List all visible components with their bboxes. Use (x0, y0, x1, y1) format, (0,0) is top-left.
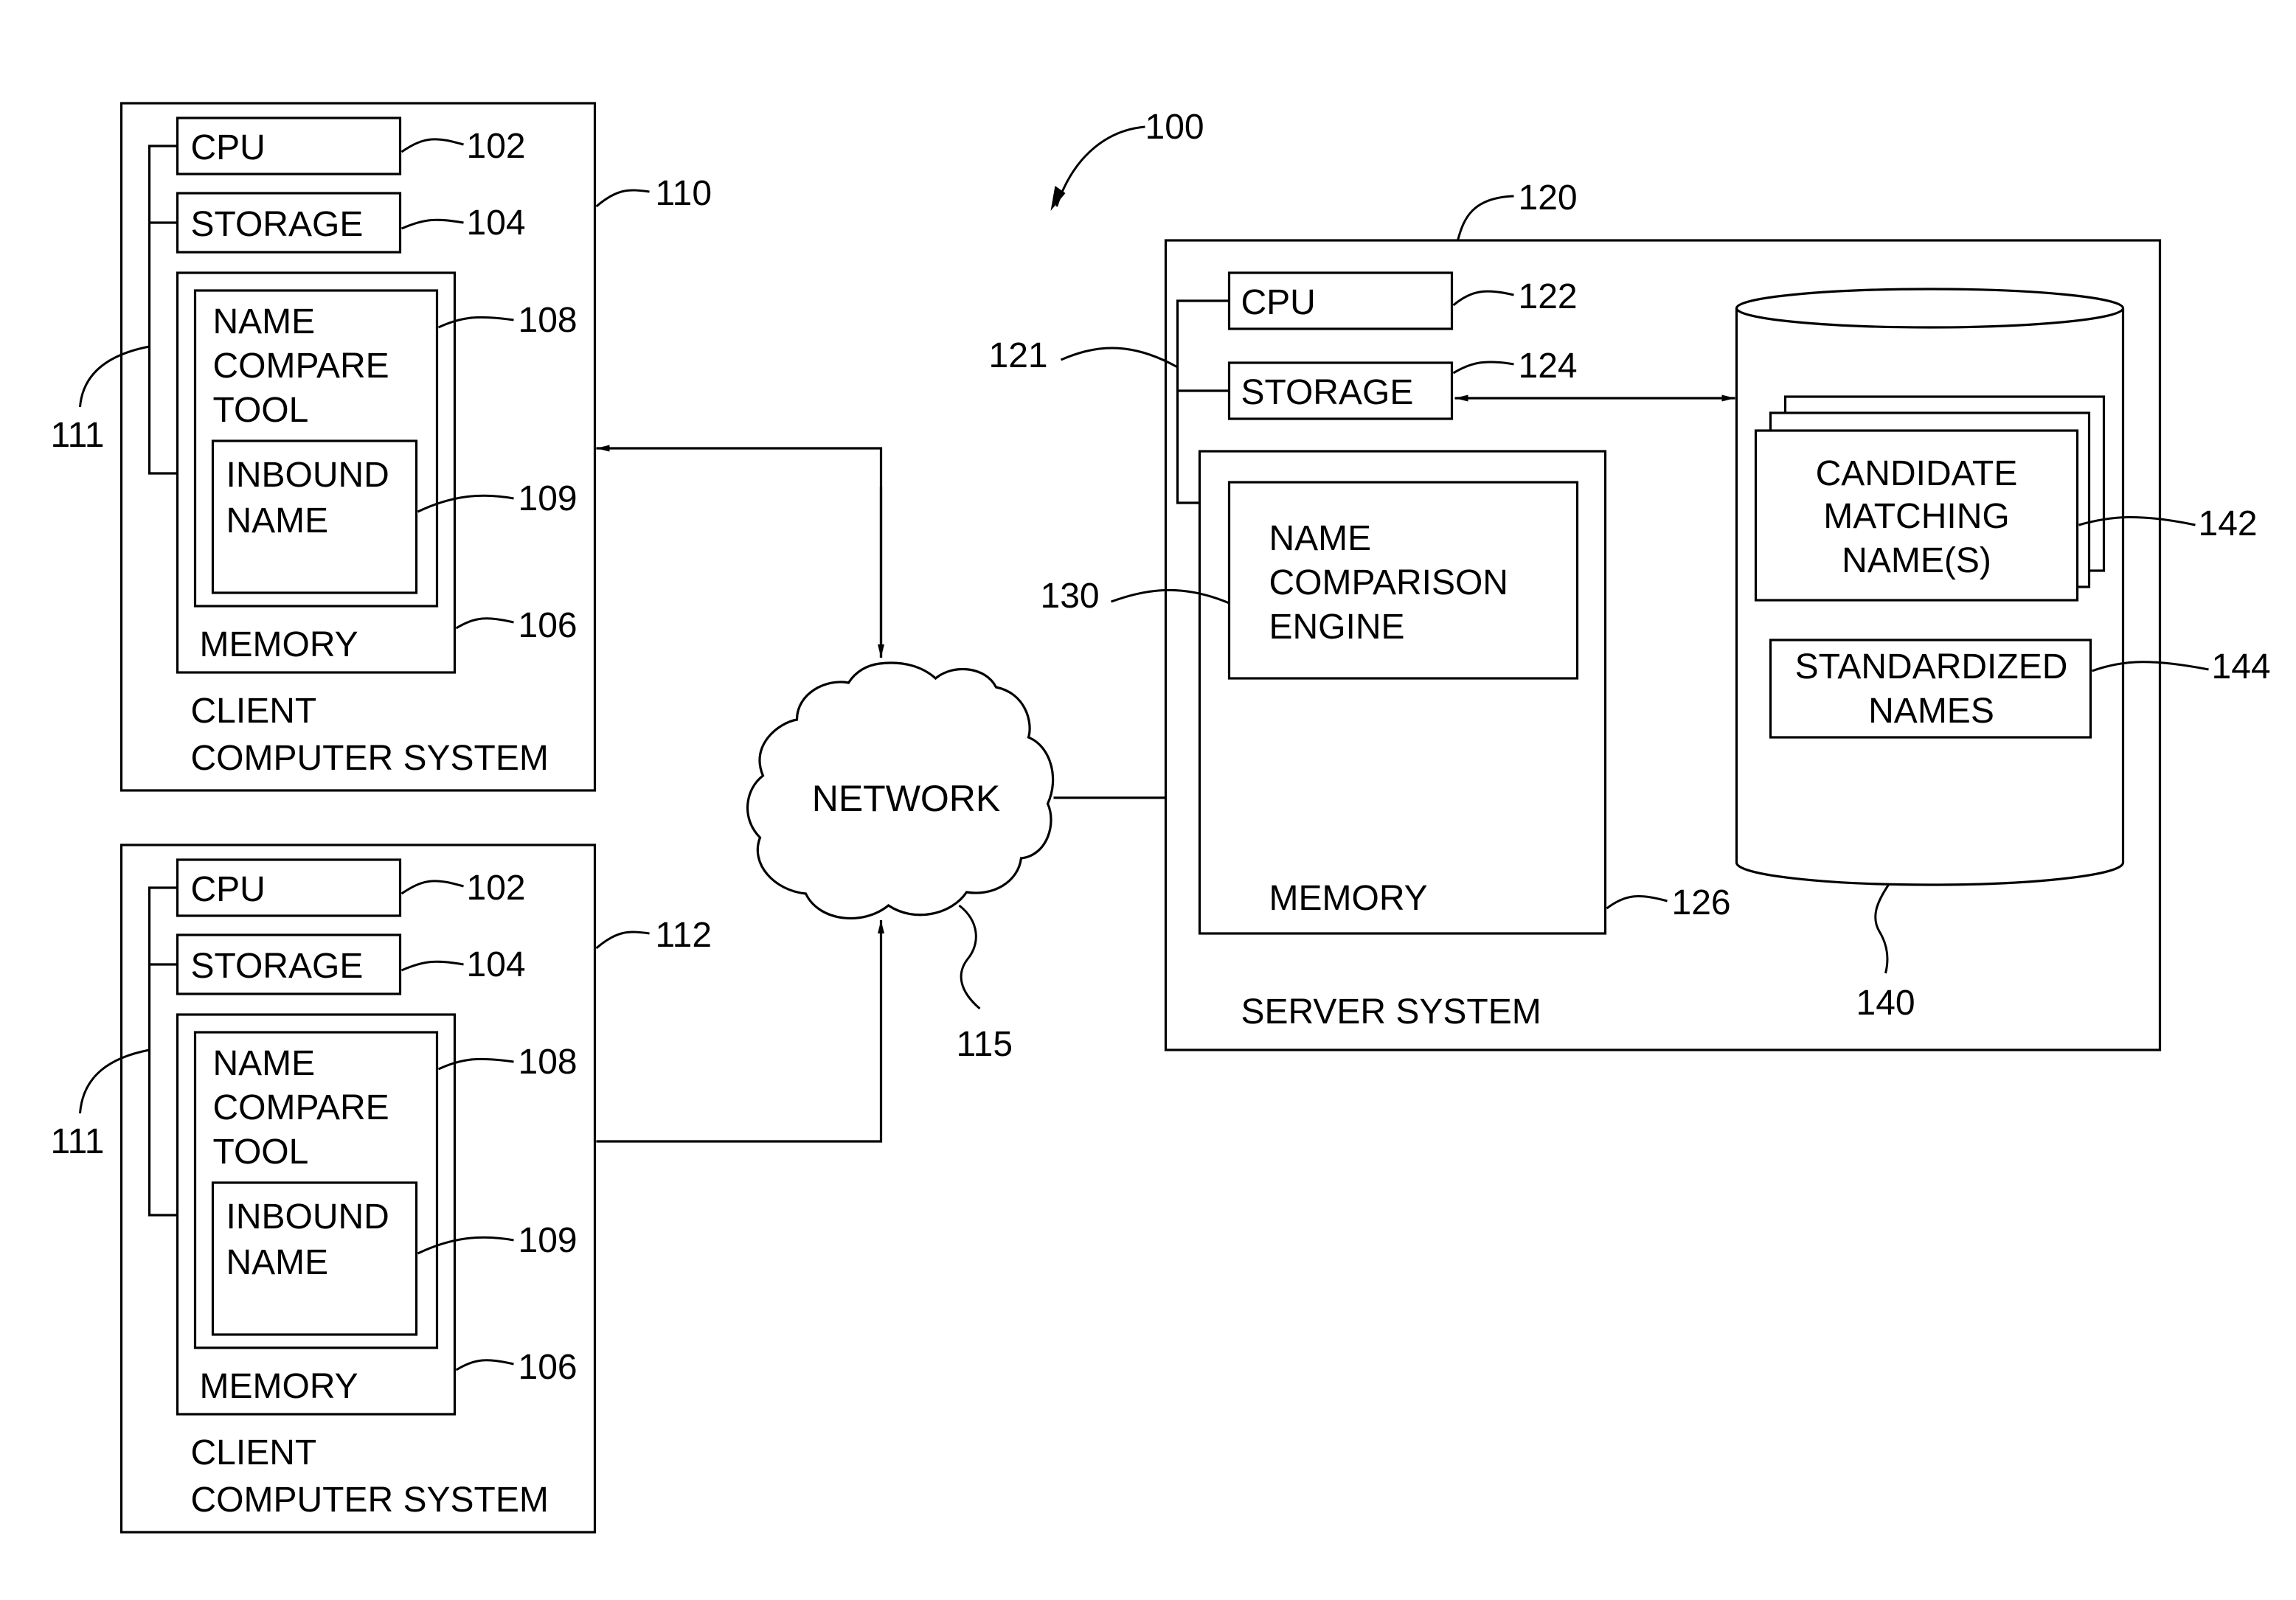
database-top (1735, 288, 2125, 329)
candidate-line3: NAME(S) (1842, 541, 1991, 580)
client-2-tool-line1: NAME (213, 1044, 316, 1083)
client-system-1: 110 111 CPU 102 STORAGE 104 MEMORY 106 N… (51, 102, 712, 792)
server-storage-label: STORAGE (1241, 373, 1414, 412)
client-1-tool-line3: TOOL (213, 391, 309, 430)
client-1-tool-line1: NAME (213, 302, 316, 341)
client-2-inbound-ref: 109 (518, 1221, 578, 1260)
client-2-tool-line3: TOOL (213, 1133, 309, 1172)
client-2-network-link (596, 920, 884, 1143)
client-1-ref-leader (595, 189, 650, 208)
client-2-ref: 112 (656, 916, 712, 955)
network-ref-leader (958, 904, 981, 1010)
server-memory-label: MEMORY (1269, 879, 1428, 918)
network-ref: 115 (957, 1025, 1013, 1064)
figure-ref-100: 100 (1050, 108, 1204, 211)
client-2-inbound-line1: INBOUND (226, 1197, 389, 1236)
client-1-bus-ref: 111 (51, 416, 105, 455)
candidate-line1: CANDIDATE (1816, 454, 2018, 493)
standardized-ref: 144 (2212, 647, 2271, 686)
client-2-memory-ref: 106 (518, 1348, 578, 1387)
client-1-inbound-line1: INBOUND (226, 456, 389, 495)
client-2-storage-ref: 104 (467, 945, 526, 984)
client-1-inbound-ref: 109 (518, 479, 578, 518)
client-system-2: 112 111 CPU 102 STORAGE 104 MEMORY 106 N… (51, 844, 712, 1534)
client-2-inbound-line2: NAME (226, 1243, 329, 1282)
database-ref: 140 (1856, 984, 1915, 1023)
client-1-title-line1: CLIENT (191, 692, 317, 731)
server-bus-leader (1060, 347, 1179, 369)
server-cpu-ref: 122 (1519, 277, 1578, 316)
server-title: SERVER SYSTEM (1241, 992, 1541, 1032)
client-2-ref-leader (595, 931, 650, 950)
client-1-memory-label: MEMORY (200, 625, 358, 664)
client-1-tool-line2: COMPARE (213, 347, 389, 386)
client-1-storage-ref: 104 (467, 204, 526, 243)
client-1-cpu-ref: 102 (467, 127, 526, 166)
server-bus-ref: 121 (989, 336, 1048, 375)
engine-line1: NAME (1269, 519, 1372, 558)
network-cloud: NETWORK 115 (746, 661, 1055, 1064)
server-system: 120 SERVER SYSTEM 121 CPU 122 STORAGE 12… (989, 178, 2271, 1051)
client-1-title-line2: COMPUTER SYSTEM (191, 739, 549, 778)
server-memory-ref: 126 (1672, 883, 1731, 922)
system-diagram: 100 110 111 CPU 102 STORAGE 104 MEMORY 1… (51, 102, 2271, 1534)
client-1-memory-ref: 106 (518, 606, 578, 645)
figure-ref-leader (1055, 125, 1145, 207)
engine-line2: COMPARISON (1269, 563, 1508, 602)
engine-line3: ENGINE (1269, 608, 1405, 647)
server-storage-ref: 124 (1519, 347, 1578, 386)
client-2-storage-label: STORAGE (191, 947, 364, 986)
client-1-cpu-label: CPU (191, 128, 266, 167)
client-1-tool-ref: 108 (518, 301, 578, 340)
client-1-inbound-line2: NAME (226, 501, 329, 540)
server-cpu-label: CPU (1241, 283, 1316, 322)
client-1-storage-label: STORAGE (191, 205, 364, 244)
client-2-memory-label: MEMORY (200, 1367, 358, 1406)
client-2-bus-ref: 111 (51, 1122, 105, 1161)
client-1-network-link (596, 445, 883, 658)
server-ref: 120 (1519, 178, 1578, 218)
network-label: NETWORK (812, 778, 1001, 819)
figure-ref-label: 100 (1145, 108, 1204, 147)
client-2-title-line2: COMPUTER SYSTEM (191, 1481, 549, 1520)
client-2-cpu-label: CPU (191, 870, 266, 909)
server-ref-leader (1457, 195, 1514, 241)
client-2-tool-ref: 108 (518, 1043, 578, 1082)
client-1-ref: 110 (656, 174, 712, 213)
client-2-tool-line2: COMPARE (213, 1088, 389, 1127)
engine-ref: 130 (1041, 577, 1100, 616)
client-2-cpu-ref: 102 (467, 869, 526, 908)
candidate-ref: 142 (2199, 504, 2258, 543)
standardized-line1: STANDARDIZED (1795, 647, 2068, 686)
client-2-title-line1: CLIENT (191, 1433, 317, 1472)
standardized-line2: NAMES (1868, 692, 1994, 731)
candidate-line2: MATCHING (1823, 497, 2009, 536)
